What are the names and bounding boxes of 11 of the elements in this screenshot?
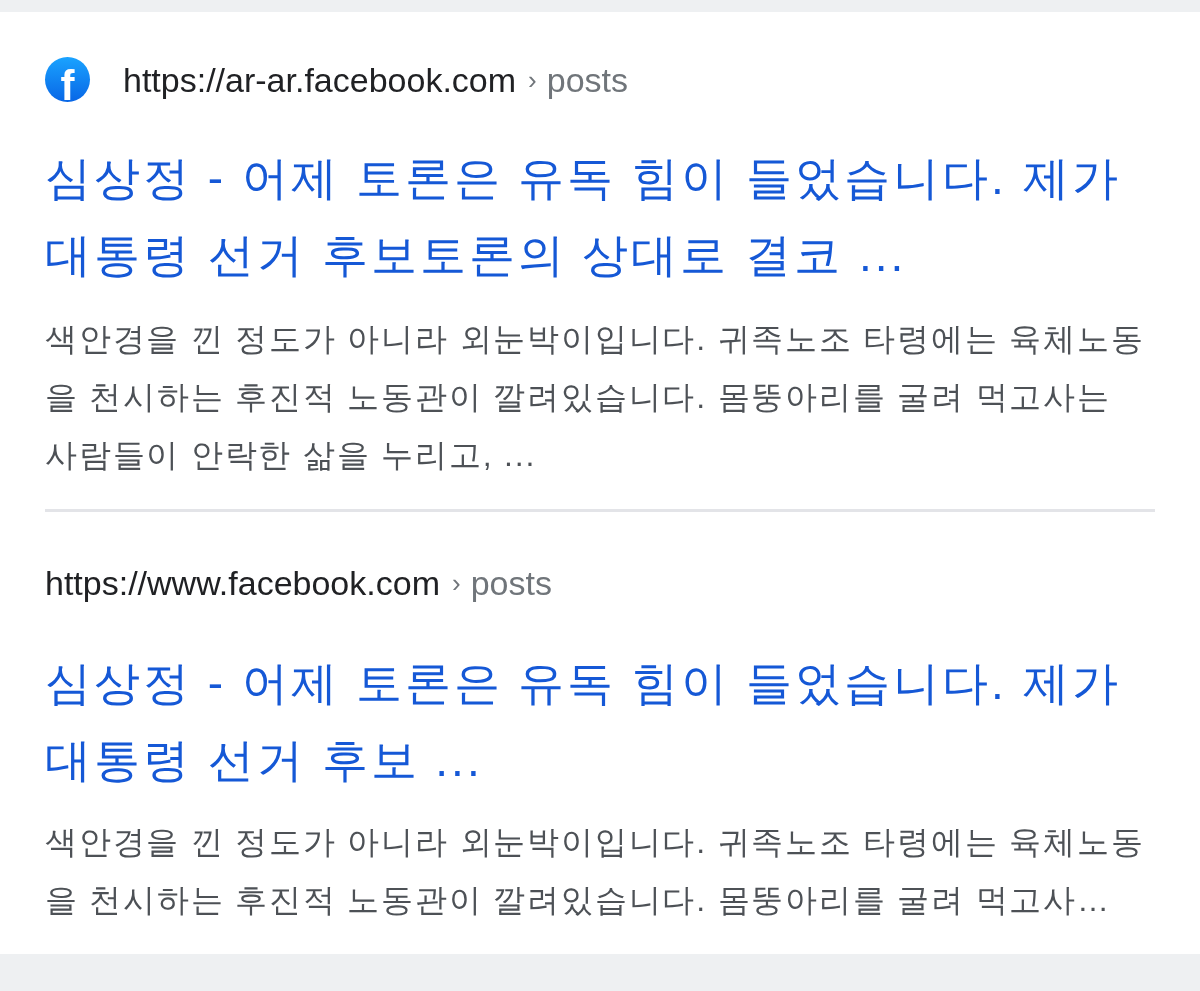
site-favicon: f	[45, 57, 90, 102]
breadcrumb-separator: ›	[451, 566, 461, 600]
breadcrumb-separator: ›	[528, 63, 537, 97]
result-snippet: 색안경을 낀 정도가 아니라 외눈박이입니다. 귀족노조 타령에는 육체노동을 천시하는 후진적 노동관이 깔려있습니다. 몸뚱아리를 굴려 먹고사…	[45, 823, 1146, 920]
result-snippet: 색안경을 낀 정도가 아니라 외눈박이입니다. 귀족노조 타령에는 육체노동을 천시하는 후진적 노동관이 깔려있습니다. 몸뚱아리를 굴려 먹고사는 사람들이 안락한 삶을 누리고, ...	[45, 320, 1146, 475]
result-title-link[interactable]: 심상정 - 어제 토론은 유독 힘이 들었습니다. 제가 대통령 선거 후보 ...	[45, 645, 1155, 799]
result-url[interactable]: https://www.facebook.com	[45, 562, 440, 603]
breadcrumb-path: posts	[546, 59, 628, 100]
result-title-link[interactable]: 심상정 - 어제 토론은 유독 힘이 들었습니다. 제가 대통령 선거 후보토론의 상대로 결코 ...	[45, 140, 1155, 294]
result-url[interactable]: https://ar-ar.facebook.com	[123, 59, 517, 100]
breadcrumb-path: posts	[470, 562, 552, 603]
